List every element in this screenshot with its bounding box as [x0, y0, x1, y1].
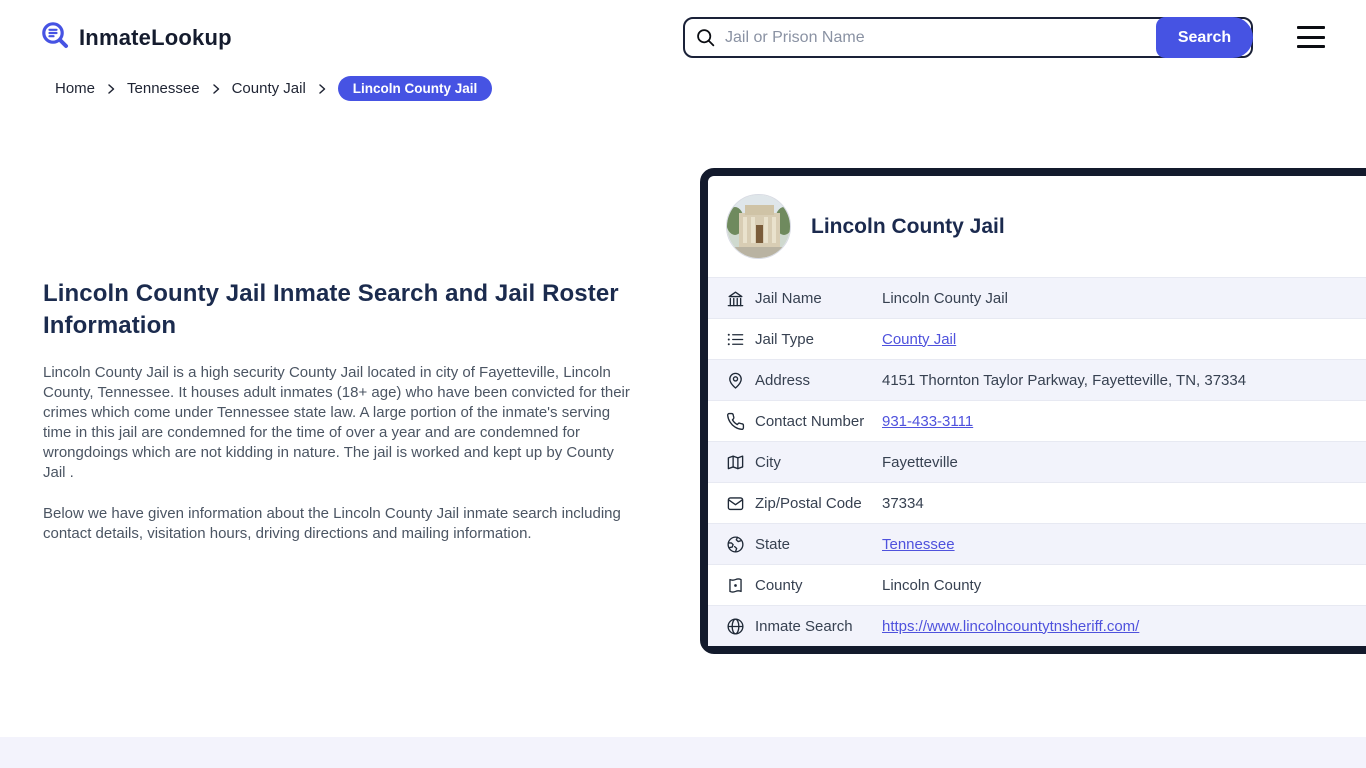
table-row: State Tennessee [708, 523, 1366, 564]
footer-strip [0, 737, 1366, 768]
row-label: State [755, 535, 791, 553]
card-title: Lincoln County Jail [811, 214, 1005, 238]
earth-icon [726, 535, 745, 554]
site-logo[interactable]: InmateLookup [40, 20, 232, 56]
row-label: City [755, 453, 781, 471]
table-row: Jail Name Lincoln County Jail [708, 277, 1366, 318]
article: Lincoln County Jail Inmate Search and Ja… [43, 278, 635, 544]
row-label: Contact Number [755, 412, 865, 430]
jail-info-card: Lincoln County Jail Jail Name Lincoln Co… [700, 168, 1366, 654]
row-value: 37334 [882, 494, 924, 512]
row-value: Lincoln County [882, 576, 982, 594]
article-paragraph: Below we have given information about th… [43, 505, 621, 542]
page: InmateLookup Search Home Tennessee Count… [0, 0, 1366, 768]
table-row: Zip/Postal Code 37334 [708, 482, 1366, 523]
landmark-icon [726, 289, 745, 308]
card-header: Lincoln County Jail [708, 176, 1366, 277]
jail-details-table: Jail Name Lincoln County Jail Jail Type … [708, 277, 1366, 646]
magnifier-doc-icon [40, 20, 71, 56]
row-label: Address [755, 371, 811, 389]
table-row: Jail Type County Jail [708, 318, 1366, 359]
mail-icon [726, 494, 745, 513]
state-link[interactable]: Tennessee [882, 536, 955, 553]
map-pinned-icon [726, 576, 745, 595]
map-icon [726, 453, 745, 472]
table-row: Contact Number 931-433-3111 [708, 400, 1366, 441]
contact-number-link[interactable]: 931-433-3111 [882, 413, 973, 430]
row-label: Inmate Search [755, 617, 853, 635]
search-button[interactable]: Search [1156, 17, 1253, 58]
table-row: Inmate Search https://www.lincolncountyt… [708, 605, 1366, 646]
search-bar: Search [683, 17, 1253, 58]
jail-photo [726, 194, 791, 259]
inmate-search-link[interactable]: https://www.lincolncountytnsheriff.com/ [882, 618, 1139, 635]
row-label: County [755, 576, 803, 594]
list-icon [726, 330, 745, 349]
table-row: County Lincoln County [708, 564, 1366, 605]
row-label: Zip/Postal Code [755, 494, 862, 512]
map-pin-icon [726, 371, 745, 390]
row-label: Jail Type [755, 330, 814, 348]
globe-icon [726, 617, 745, 636]
phone-icon [726, 412, 745, 431]
menu-icon[interactable] [1297, 26, 1325, 48]
breadcrumb-jail-type[interactable]: County Jail [232, 80, 306, 97]
chevron-right-icon [210, 83, 222, 95]
breadcrumb-current-badge: Lincoln County Jail [337, 76, 493, 101]
site-name: InmateLookup [79, 25, 232, 50]
table-row: Address 4151 Thornton Taylor Parkway, Fa… [708, 359, 1366, 400]
chevron-right-icon [105, 83, 117, 95]
breadcrumb: Home Tennessee County Jail Lincoln Count… [55, 76, 493, 101]
row-value: Lincoln County Jail [882, 289, 1008, 307]
row-value: Fayetteville [882, 453, 958, 471]
row-value: 4151 Thornton Taylor Parkway, Fayettevil… [882, 371, 1247, 389]
breadcrumb-home[interactable]: Home [55, 80, 95, 97]
breadcrumb-state[interactable]: Tennessee [127, 80, 200, 97]
table-row: City Fayetteville [708, 441, 1366, 482]
page-title: Lincoln County Jail Inmate Search and Ja… [43, 280, 619, 339]
article-paragraph: Lincoln County Jail is a high security C… [43, 364, 630, 481]
row-label: Jail Name [755, 289, 822, 307]
chevron-right-icon [316, 83, 328, 95]
jail-type-link[interactable]: County Jail [882, 331, 956, 348]
